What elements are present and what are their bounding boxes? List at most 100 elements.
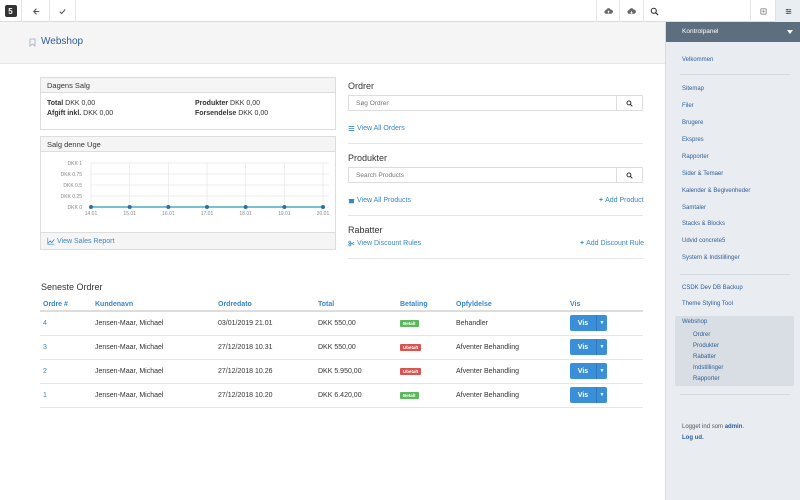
order-date: 03/01/2019 21.01 [215, 311, 315, 336]
sidebar-subitem-rapporter[interactable]: Rapporter [693, 376, 720, 382]
sidebar-divider [680, 274, 790, 275]
view-sales-report-label: View Sales Report [57, 237, 115, 245]
order-date: 27/12/2018 10.26 [215, 359, 315, 384]
view-order-button-group: Vis ▼ [570, 315, 607, 332]
chart-data-point [205, 205, 209, 209]
plus-icon: + [580, 240, 585, 247]
sidebar-header[interactable]: Kontrolpanel [666, 22, 800, 42]
sidebar-subitem-rabatter[interactable]: Rabatter [693, 354, 716, 360]
chart-data-point [321, 205, 325, 209]
products-search-button[interactable] [616, 168, 642, 182]
sidebar-subitem-indstillinger[interactable]: Indstillinger [693, 365, 723, 371]
view-order-button[interactable]: Vis [570, 315, 596, 332]
sidebar-divider [680, 74, 790, 75]
sidebar-item-filer[interactable]: Filer [682, 103, 694, 109]
logo-icon: 5 [4, 5, 17, 17]
logout-link[interactable]: Log ud. [682, 435, 704, 441]
order-number-link[interactable]: 3 [43, 344, 47, 351]
view-order-dropdown-toggle[interactable]: ▼ [596, 387, 607, 403]
order-total: DKK 550,00 [315, 335, 397, 360]
cloud-upload-button[interactable] [596, 0, 620, 22]
sidebar-item-stacks-blocks[interactable]: Stacks & Blocks [682, 221, 725, 227]
add-discount-rule-link[interactable]: + Add Discount Rule [580, 240, 644, 247]
caret-down-icon: ▼ [599, 344, 605, 350]
order-number-link[interactable]: 1 [43, 392, 47, 399]
payment-status-badge: Betalt [400, 391, 419, 399]
sidebar-item-sider-temaer[interactable]: Sider & Temaer [682, 171, 723, 177]
arrow-left-icon [33, 7, 40, 15]
chart-y-tick-label: DKK 0 [68, 205, 83, 211]
gift-icon [348, 198, 355, 204]
sidebar-item-samtaler[interactable]: Samtaler [682, 205, 706, 211]
list-icon [348, 125, 355, 132]
tax-value: DKK 0,00 [83, 110, 114, 117]
add-product-link[interactable]: + Add Product [599, 197, 644, 204]
sidebar-item-kalender-begivenheder[interactable]: Kalender & Begivenheder [682, 188, 750, 194]
latest-orders-table: Ordre # Kundenavn Ordredato Total Betali… [40, 298, 643, 408]
cloud-download-icon [627, 7, 636, 14]
check-button[interactable] [50, 0, 76, 22]
products-section-title: Produkter [348, 153, 388, 163]
chart-x-tick-label: 20.01 [317, 211, 330, 217]
order-number-link[interactable]: 2 [43, 368, 47, 375]
sales-week-chart: DKK 0 DKK 0.25 DKK 0.5 DKK 0.75 DKK 1 14.01 15… [61, 161, 330, 217]
top-toolbar: 5 [0, 0, 800, 22]
view-discount-rules-link[interactable]: View Discount Rules [348, 240, 421, 247]
col-fulfillment[interactable]: Opfyldelse [453, 298, 567, 312]
view-all-orders-link[interactable]: View All Orders [348, 125, 405, 132]
view-order-dropdown-toggle[interactable]: ▼ [596, 315, 607, 332]
col-total[interactable]: Total [315, 298, 397, 312]
col-view: Vis [567, 298, 643, 312]
cloud-download-button[interactable] [620, 0, 644, 22]
sidebar-item-udvid-concrete5[interactable]: Udvid concrete5 [682, 238, 725, 244]
chart-x-tick-label: 16.01 [162, 211, 175, 217]
view-sales-report-link[interactable]: View Sales Report [47, 237, 114, 245]
sales-week-panel: Salg denne Uge DKK 0 DKK 0.25 DKK 0.5 DKK 0… [40, 136, 336, 250]
sidebar-item-brugere[interactable]: Brugere [682, 120, 703, 126]
col-payment[interactable]: Betaling [397, 298, 453, 312]
sidebar-item-theme-styling[interactable]: Theme Styling Tool [682, 301, 733, 307]
col-customer[interactable]: Kundenavn [92, 298, 215, 312]
chart-x-tick-label: 18.01 [239, 211, 252, 217]
table-header-row: Ordre # Kundenavn Ordredato Total Betali… [40, 298, 643, 312]
view-order-button[interactable]: Vis [570, 363, 596, 379]
order-total: DKK 550,00 [315, 311, 397, 336]
dashboard-panel-button[interactable] [776, 0, 800, 22]
concrete5-logo[interactable]: 5 [0, 0, 22, 22]
total-value: DKK 0,00 [65, 100, 96, 107]
plus-icon: + [599, 197, 604, 204]
sidebar-subitem-produkter[interactable]: Produkter [693, 343, 719, 349]
order-date: 27/12/2018 10.31 [215, 335, 315, 360]
orders-search-input[interactable] [349, 96, 616, 110]
order-number-link[interactable]: 4 [43, 320, 47, 327]
view-order-dropdown-toggle[interactable]: ▼ [596, 339, 607, 355]
sidebar-item-webshop[interactable]: Webshop [682, 319, 707, 325]
sidebar-item-welcome[interactable]: Velkommen [682, 57, 713, 63]
total-label: Total [47, 100, 64, 107]
sidebar-item-ekspres[interactable]: Ekspres [682, 137, 704, 143]
products-search-input[interactable] [349, 168, 616, 182]
sales-today-panel: Dagens Salg Total DKK 0,00 Afgift inkl. … [40, 77, 336, 130]
latest-orders-title: Seneste Ordrer [41, 282, 103, 292]
sidebar-item-csdk-backup[interactable]: CSDK Dev DB Backup [682, 285, 743, 291]
view-order-button[interactable]: Vis [570, 387, 596, 403]
sales-week-title: Salg denne Uge [41, 137, 335, 152]
back-button[interactable] [24, 0, 50, 22]
page-header: Webshop [0, 22, 665, 64]
col-order-number[interactable]: Ordre # [40, 298, 92, 312]
sidebar-item-system-indstillinger[interactable]: System & Indstillinger [682, 255, 740, 261]
sidebar-item-sitemap[interactable]: Sitemap [682, 86, 704, 92]
col-date[interactable]: Ordredato [215, 298, 315, 312]
intelligent-search-button[interactable] [750, 0, 776, 22]
view-all-products-link[interactable]: View All Products [348, 197, 411, 204]
logged-in-user[interactable]: admin [725, 424, 743, 430]
toolbar-search-input[interactable] [663, 4, 743, 18]
bookmark-icon[interactable] [29, 38, 36, 47]
view-order-button[interactable]: Vis [570, 339, 596, 355]
sidebar-item-rapporter[interactable]: Rapporter [682, 154, 709, 160]
sidebar-subitem-ordrer[interactable]: Ordrer [693, 332, 710, 338]
orders-search-button[interactable] [616, 96, 642, 110]
products-search [348, 167, 643, 183]
add-discount-rule-label: Add Discount Rule [586, 240, 645, 247]
view-order-dropdown-toggle[interactable]: ▼ [596, 363, 607, 379]
